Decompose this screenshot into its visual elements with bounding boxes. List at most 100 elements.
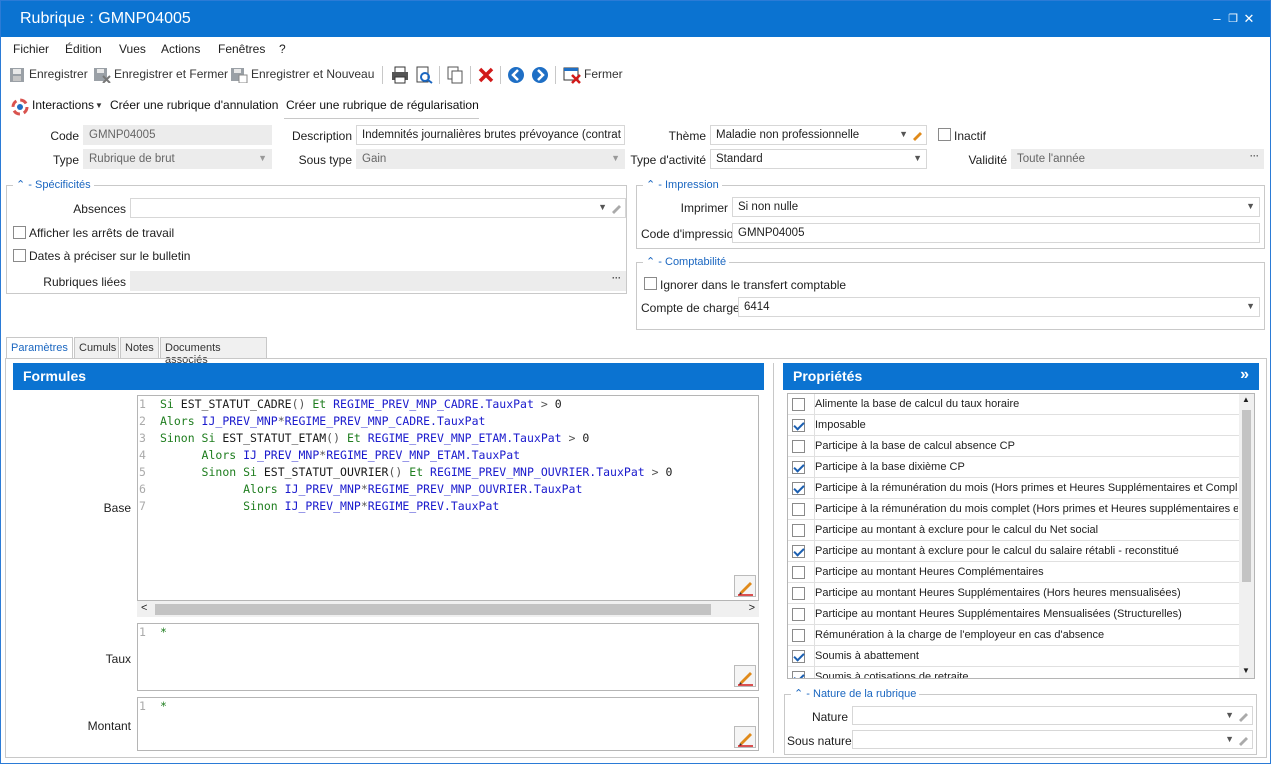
property-row[interactable]: Rémunération à la charge de l'employeur … (788, 625, 1240, 646)
tab-notes[interactable]: Notes (120, 337, 159, 359)
menu-fenetres[interactable]: Fenêtres (218, 42, 265, 56)
print-preview-icon[interactable] (415, 66, 433, 84)
property-checkbox[interactable] (792, 545, 805, 558)
print-code-field[interactable]: GMNP04005 (732, 223, 1260, 243)
montant-formula-editor[interactable]: 1 * (137, 697, 759, 751)
property-checkbox[interactable] (792, 671, 805, 678)
save-close-button[interactable]: Enregistrer et Fermer (114, 67, 228, 81)
property-row[interactable]: Participe au montant à exclure pour le c… (788, 520, 1240, 541)
property-checkbox[interactable] (792, 398, 805, 411)
tab-documents[interactable]: Documents associés (160, 337, 267, 366)
activity-type-select[interactable]: Standard ▼ (710, 149, 927, 169)
property-row[interactable]: Participe à la base de calcul absence CP (788, 436, 1240, 457)
property-row[interactable]: Soumis à abattement (788, 646, 1240, 667)
property-row[interactable]: Participe au montant Heures Supplémentai… (788, 604, 1240, 625)
impression-title[interactable]: ⌃ - Impression (643, 178, 722, 191)
property-checkbox[interactable] (792, 566, 805, 579)
property-checkbox[interactable] (792, 650, 805, 663)
property-checkbox[interactable] (792, 419, 805, 432)
taux-formula-editor[interactable]: 1 * (137, 623, 759, 691)
validity-field[interactable]: Toute l'année ··· (1011, 149, 1264, 169)
create-regul-rubric-button[interactable]: Créer une rubrique de régularisation (286, 98, 479, 112)
scroll-right-icon[interactable]: > (749, 602, 755, 614)
linked-rubrics-field[interactable]: ··· (130, 271, 626, 291)
subnature-select[interactable]: ▼ (852, 730, 1253, 749)
scrollbar-thumb[interactable] (1242, 410, 1251, 582)
property-checkbox[interactable] (792, 440, 805, 453)
inactive-checkbox[interactable] (938, 128, 951, 141)
tab-cumuls[interactable]: Cumuls (74, 337, 119, 359)
edit-taux-button[interactable] (734, 665, 756, 687)
expand-icon[interactable]: » (1240, 366, 1249, 384)
menu-actions[interactable]: Actions (161, 42, 200, 56)
menu-vues[interactable]: Vues (119, 42, 146, 56)
comptabilite-title[interactable]: ⌃ - Comptabilité (643, 255, 730, 268)
nature-title[interactable]: ⌃ - Nature de la rubrique (791, 687, 920, 700)
nature-select[interactable]: ▼ (852, 706, 1253, 725)
property-row[interactable]: Imposable (788, 415, 1240, 436)
property-row[interactable]: Soumis à cotisations de retraite (788, 667, 1240, 678)
edit-pencil-icon[interactable] (610, 202, 622, 214)
menu-fichier[interactable]: Fichier (13, 42, 49, 56)
ellipsis-icon[interactable]: ··· (612, 273, 621, 283)
type-select[interactable]: Rubrique de brut ▼ (83, 149, 272, 169)
property-row[interactable]: Participe au montant à exclure pour le c… (788, 541, 1240, 562)
property-row[interactable]: Alimente la base de calcul du taux horai… (788, 394, 1240, 415)
subtype-select[interactable]: Gain ▼ (356, 149, 625, 169)
property-checkbox[interactable] (792, 608, 805, 621)
scroll-left-icon[interactable]: < (141, 602, 147, 614)
property-label-cell: Participe à la base dixième CP (814, 457, 1238, 478)
vertical-scrollbar[interactable]: ▲ ▼ (1239, 394, 1254, 678)
property-checkbox[interactable] (792, 524, 805, 537)
scroll-up-icon[interactable]: ▲ (1242, 395, 1250, 404)
panel-splitter[interactable] (773, 363, 774, 753)
edit-pencil-icon[interactable] (911, 129, 923, 141)
property-row[interactable]: Participe à la rémunération du mois comp… (788, 499, 1240, 520)
menu-help[interactable]: ? (279, 42, 286, 56)
dates-to-specify-checkbox[interactable] (13, 249, 26, 262)
property-checkbox[interactable] (792, 587, 805, 600)
copy-icon[interactable] (446, 66, 464, 84)
previous-icon[interactable] (507, 66, 525, 84)
absences-select[interactable]: ▼ (130, 198, 626, 218)
theme-select[interactable]: Maladie non professionnelle ▼ (710, 125, 927, 145)
scrollbar-thumb[interactable] (155, 604, 711, 615)
menu-edition[interactable]: Édition (65, 42, 102, 56)
print-select[interactable]: Si non nulle ▼ (732, 197, 1260, 217)
next-icon[interactable] (531, 66, 549, 84)
ignore-transfer-checkbox[interactable] (644, 277, 657, 290)
edit-montant-button[interactable] (734, 726, 756, 748)
print-icon[interactable] (391, 66, 409, 84)
base-formula-editor[interactable]: 1 Si EST_STATUT_CADRE() Et REGIME_PREV_MN… (137, 395, 759, 601)
property-checkbox[interactable] (792, 503, 805, 516)
comptabilite-title-text: Comptabilité (665, 256, 727, 268)
close-button[interactable]: Fermer (584, 67, 623, 81)
property-checkbox[interactable] (792, 482, 805, 495)
show-work-stops-checkbox[interactable] (13, 226, 26, 239)
charges-account-select[interactable]: 6414 ▼ (738, 297, 1260, 317)
create-cancel-rubric-button[interactable]: Créer une rubrique d'annulation (110, 98, 278, 112)
property-row[interactable]: Participe à la rémunération du mois (Hor… (788, 478, 1240, 499)
property-checkbox[interactable] (792, 461, 805, 474)
property-checkbox[interactable] (792, 629, 805, 642)
delete-icon[interactable] (477, 66, 495, 84)
specificites-title[interactable]: ⌃ - Spécificités (13, 178, 94, 191)
save-button[interactable]: Enregistrer (29, 67, 88, 81)
ellipsis-icon[interactable]: ··· (1250, 151, 1259, 161)
description-field[interactable]: Indemnités journalières brutes prévoyanc… (356, 125, 625, 145)
edit-pencil-icon[interactable] (1237, 734, 1249, 746)
save-new-button[interactable]: Enregistrer et Nouveau (251, 67, 374, 81)
edit-base-button[interactable] (734, 575, 756, 597)
horizontal-scrollbar[interactable]: < > (137, 601, 759, 617)
interactions-dropdown[interactable]: Interactions (32, 98, 94, 112)
property-row[interactable]: Participe au montant Heures Supplémentai… (788, 583, 1240, 604)
print-label: Imprimer (680, 201, 728, 215)
property-row[interactable]: Participe au montant Heures Complémentai… (788, 562, 1240, 583)
edit-pencil-icon[interactable] (1237, 710, 1249, 722)
property-row[interactable]: Participe à la base dixième CP (788, 457, 1240, 478)
close-window-button[interactable]: ✕ (1239, 9, 1259, 29)
code-field[interactable]: GMNP04005 (83, 125, 272, 145)
tab-parametres[interactable]: Paramètres (6, 337, 73, 359)
scroll-down-icon[interactable]: ▼ (1242, 666, 1250, 675)
